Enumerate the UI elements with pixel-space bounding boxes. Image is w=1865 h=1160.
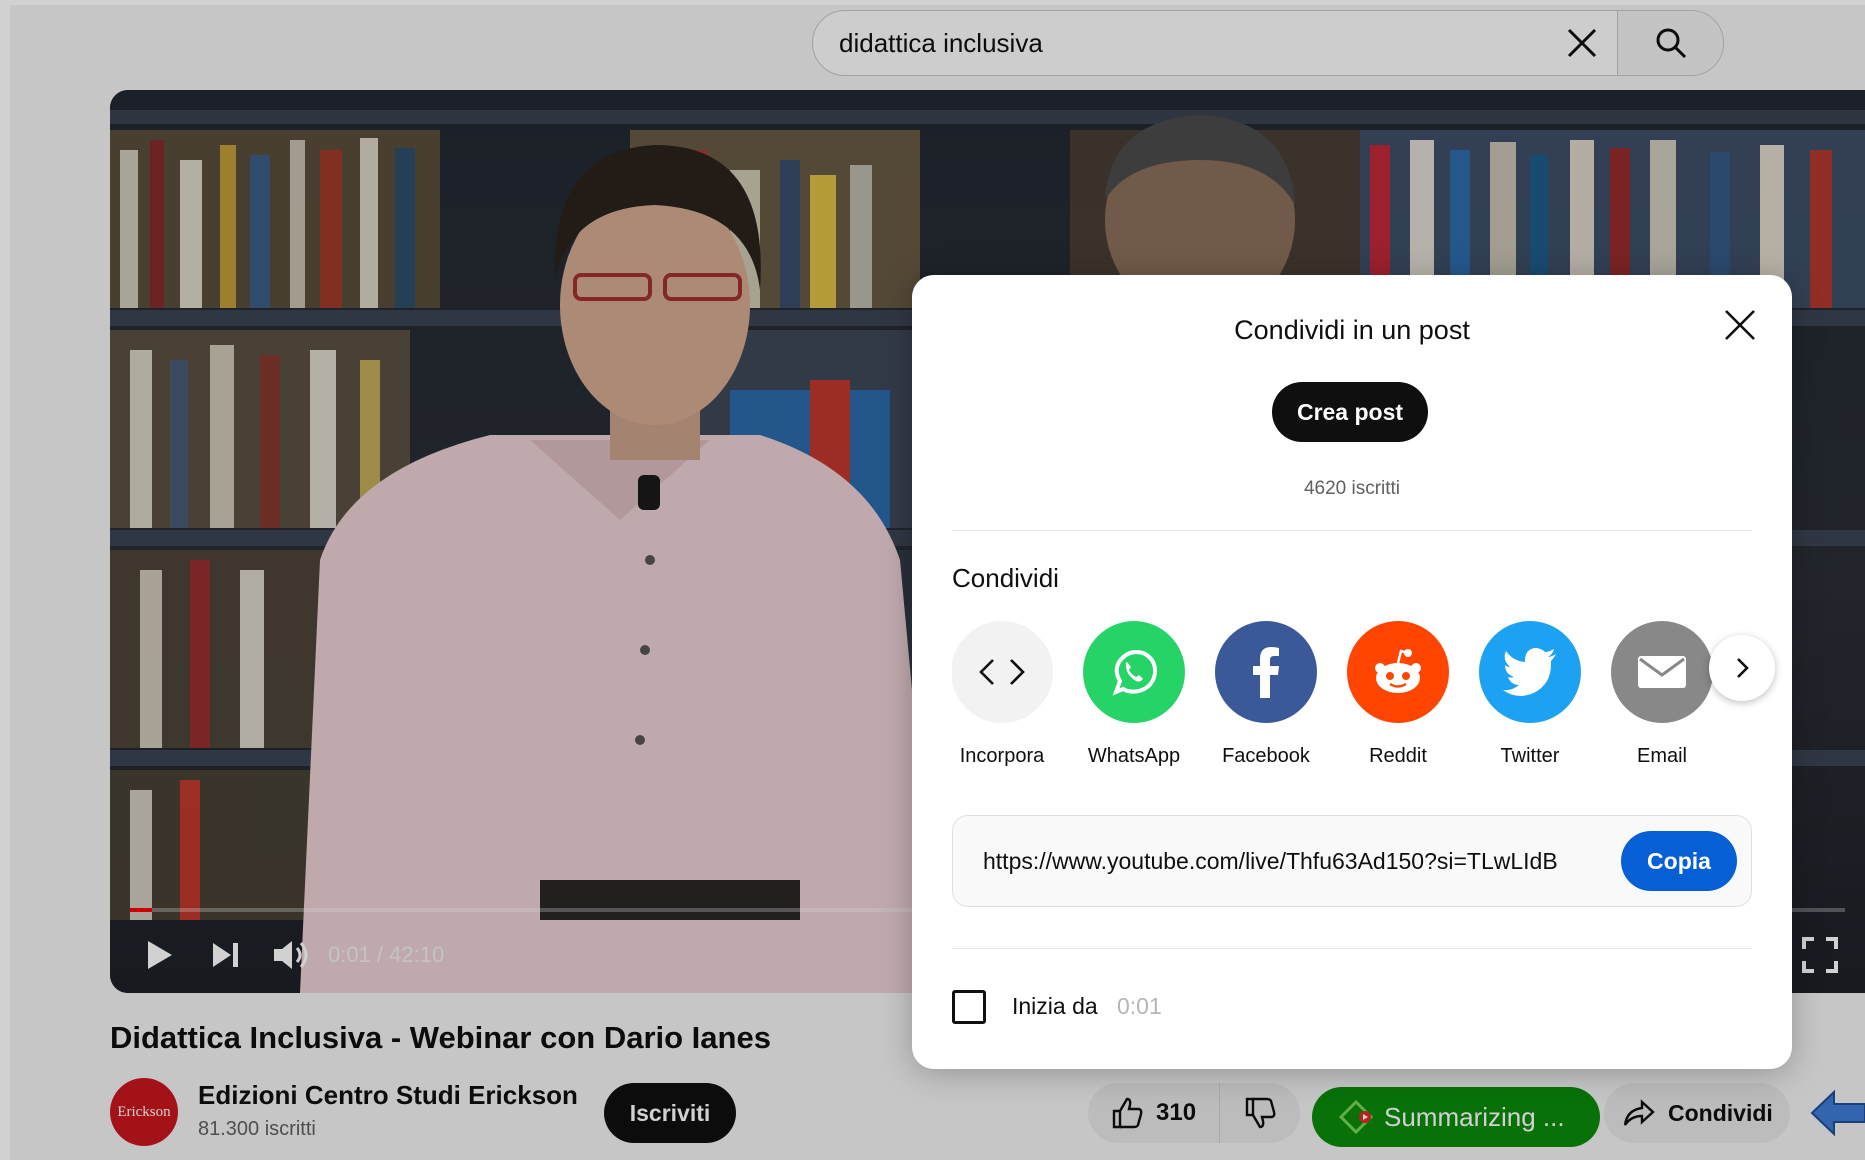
reddit-icon xyxy=(1347,621,1449,723)
like-count: 310 xyxy=(1156,1099,1197,1126)
share-target-twitter[interactable]: Twitter xyxy=(1470,621,1590,768)
embed-code-icon xyxy=(952,621,1053,723)
summarize-label: Summarizing ... xyxy=(1384,1101,1565,1132)
clear-search-icon[interactable] xyxy=(1547,11,1617,75)
dialog-title: Condividi in un post xyxy=(1234,315,1470,345)
start-at-time[interactable]: 0:01 xyxy=(1117,993,1162,1020)
share-target-email[interactable]: Email xyxy=(1602,621,1722,768)
channel-subscribers: 81.300 iscritti xyxy=(198,1118,316,1140)
share-target-embed[interactable]: Incorpora xyxy=(952,621,1062,768)
divider xyxy=(952,530,1752,531)
share-target-label: Incorpora xyxy=(959,745,1045,767)
subscribe-button[interactable]: Iscriviti xyxy=(604,1083,736,1143)
share-target-label: Twitter xyxy=(1500,745,1560,767)
summarize-button[interactable]: Summarizing ... xyxy=(1312,1087,1600,1147)
copy-button[interactable]: Copia xyxy=(1621,831,1737,891)
start-at-label: Inizia da xyxy=(1012,993,1098,1019)
channel-name[interactable]: Edizioni Centro Studi Erickson xyxy=(198,1080,578,1111)
share-target-label: Reddit xyxy=(1369,745,1427,767)
channel-avatar[interactable]: Erickson xyxy=(110,1078,178,1146)
start-at-checkbox[interactable] xyxy=(952,990,986,1024)
close-icon[interactable] xyxy=(1720,305,1760,345)
dialog-subscribers: 4620 iscritti xyxy=(1303,478,1401,499)
next-share-targets-button[interactable] xyxy=(1709,635,1775,701)
volume-icon[interactable] xyxy=(270,920,314,990)
next-icon[interactable] xyxy=(205,920,245,990)
search-icon xyxy=(1656,28,1686,59)
share-url-box: https://www.youtube.com/live/Thfu63Ad150… xyxy=(952,815,1752,907)
search-button[interactable] xyxy=(1617,11,1723,75)
share-target-label: Email xyxy=(1636,745,1687,767)
facebook-icon xyxy=(1215,621,1317,723)
share-target-label: WhatsApp xyxy=(1087,745,1181,767)
share-label: Condividi xyxy=(1668,1099,1773,1126)
dislike-button[interactable] xyxy=(1220,1096,1300,1130)
share-button[interactable]: Condividi xyxy=(1604,1083,1790,1143)
video-progress-fill xyxy=(130,908,153,912)
thumbs-up-icon xyxy=(1112,1097,1143,1129)
summarize-icon xyxy=(1338,1099,1374,1135)
twitter-icon xyxy=(1479,621,1581,723)
share-target-facebook[interactable]: Facebook xyxy=(1206,621,1326,768)
search-box xyxy=(812,10,1724,76)
email-icon xyxy=(1611,621,1713,723)
create-post-button[interactable]: Crea post xyxy=(1272,382,1428,442)
share-target-whatsapp[interactable]: WhatsApp xyxy=(1074,621,1194,768)
share-target-reddit[interactable]: Reddit xyxy=(1338,621,1458,768)
whatsapp-icon xyxy=(1083,621,1185,723)
share-targets: Incorpora WhatsApp Facebook Reddit Twitt… xyxy=(952,621,1752,771)
play-icon[interactable] xyxy=(138,920,178,990)
left-arrow-icon xyxy=(1810,1089,1865,1137)
fullscreen-icon[interactable] xyxy=(1800,920,1840,990)
chevron-right-icon xyxy=(1737,658,1749,678)
share-url[interactable]: https://www.youtube.com/live/Thfu63Ad150… xyxy=(953,848,1607,875)
share-target-label: Facebook xyxy=(1222,745,1310,767)
like-button[interactable]: 310 xyxy=(1088,1083,1220,1143)
share-heading: Condividi xyxy=(952,563,1059,593)
thumbs-down-icon xyxy=(1245,1097,1276,1129)
video-title: Didattica Inclusiva - Webinar con Dario … xyxy=(110,1020,771,1055)
channel-avatar-text: Erickson xyxy=(117,1103,171,1120)
player-time: 0:01 / 42:10 xyxy=(328,942,445,967)
share-dialog: Condividi in un post Crea post 4620 iscr… xyxy=(912,275,1792,1069)
search-input[interactable] xyxy=(813,11,1547,75)
like-dislike-group: 310 xyxy=(1088,1083,1300,1143)
share-arrow-icon xyxy=(1623,1099,1655,1126)
divider xyxy=(952,948,1752,949)
